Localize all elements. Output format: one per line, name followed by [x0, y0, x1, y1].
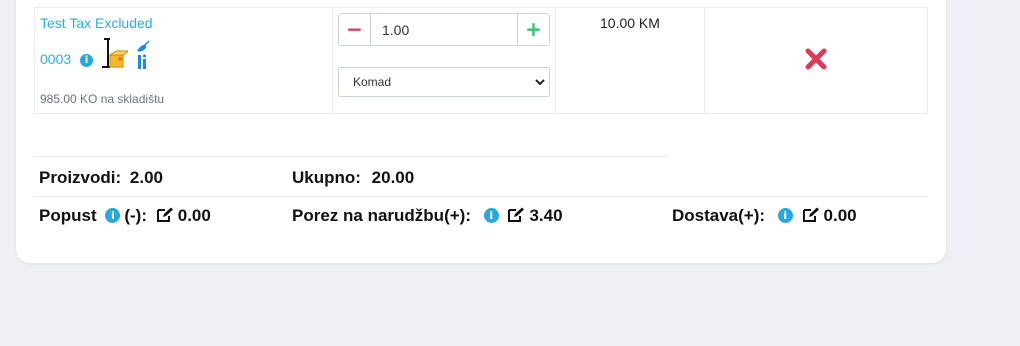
- info-icon[interactable]: i: [80, 53, 94, 67]
- tax-icon: [137, 40, 150, 69]
- product-name-link[interactable]: Test Tax Excluded: [40, 15, 153, 31]
- products-count: Proizvodi: 2.00: [39, 168, 163, 188]
- unit-select[interactable]: Komad: [338, 67, 550, 97]
- quantity-input[interactable]: 1.00: [382, 22, 409, 38]
- product-code-link[interactable]: 0003: [40, 51, 71, 67]
- products-value: 2.00: [129, 168, 163, 187]
- total-value: 20.00: [371, 168, 415, 187]
- column-divider: [555, 7, 556, 114]
- discount-value: 0.00: [177, 206, 211, 225]
- discount-suffix: (-):: [124, 206, 147, 225]
- edit-icon[interactable]: [156, 207, 174, 223]
- increase-quantity-button[interactable]: +: [517, 14, 549, 45]
- order-total: Ukupno: 20.00: [292, 168, 414, 188]
- column-divider: [704, 7, 705, 114]
- discount-label: Popust: [39, 206, 97, 225]
- edit-icon[interactable]: [507, 207, 525, 223]
- tax-value: 3.40: [529, 206, 563, 225]
- line-price: 10.00 KM: [600, 15, 660, 31]
- info-icon[interactable]: i: [777, 208, 793, 224]
- divider: [34, 156, 668, 157]
- delivery-label: Dostava(+):: [672, 206, 766, 225]
- divider: [34, 196, 928, 197]
- delivery-row: Dostava(+): i 0.00: [672, 206, 857, 226]
- info-icon[interactable]: i: [483, 208, 499, 224]
- edit-icon[interactable]: [802, 207, 820, 223]
- decrease-quantity-button[interactable]: −: [339, 14, 371, 45]
- discount-row: Popust i (-): 0.00: [39, 206, 211, 226]
- tax-label: Porez na narudžbu(+):: [292, 206, 471, 225]
- total-label: Ukupno:: [292, 168, 361, 187]
- products-label: Proizvodi:: [39, 168, 122, 187]
- delivery-value: 0.00: [823, 206, 857, 225]
- info-icon[interactable]: i: [105, 208, 121, 224]
- package-icon: [102, 38, 128, 68]
- tax-row: Porez na narudžbu(+): i 3.40: [292, 206, 563, 226]
- unit-select-value: Komad: [353, 75, 392, 89]
- column-divider: [332, 7, 333, 114]
- remove-item-icon[interactable]: [804, 47, 828, 71]
- chevron-down-icon: [535, 79, 545, 86]
- quantity-stepper: − 1.00 +: [338, 13, 550, 46]
- product-code-group: 0003 i: [40, 38, 150, 69]
- stock-info: 985.00 KO na skladištu: [40, 92, 165, 106]
